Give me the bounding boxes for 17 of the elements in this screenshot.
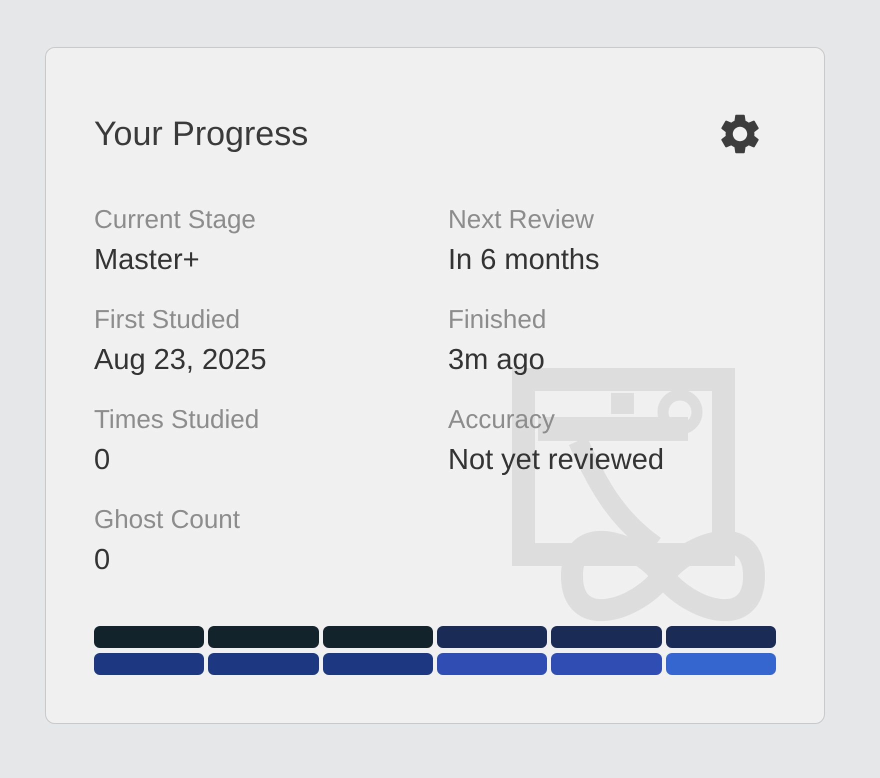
stat-value: 3m ago (448, 343, 545, 378)
stat-label: First Studied (94, 303, 240, 336)
stat-value: 0 (94, 543, 110, 578)
stat-value: 0 (94, 443, 110, 478)
settings-button[interactable] (720, 114, 760, 154)
settings-icon (720, 114, 760, 154)
stat-label: Ghost Count (94, 503, 240, 536)
stat-value: Aug 23, 2025 (94, 343, 267, 378)
stat-label: Current Stage (94, 203, 256, 236)
stat-label: Times Studied (94, 403, 260, 436)
stat-label: Next Review (448, 203, 594, 236)
card-title: Your Progress (94, 114, 308, 155)
stat-value: In 6 months (448, 243, 600, 278)
stat-label: Finished (448, 303, 546, 336)
stat-value: Master+ (94, 243, 200, 278)
stat-label: Accuracy (448, 403, 555, 436)
stat-value: Not yet reviewed (448, 443, 664, 478)
